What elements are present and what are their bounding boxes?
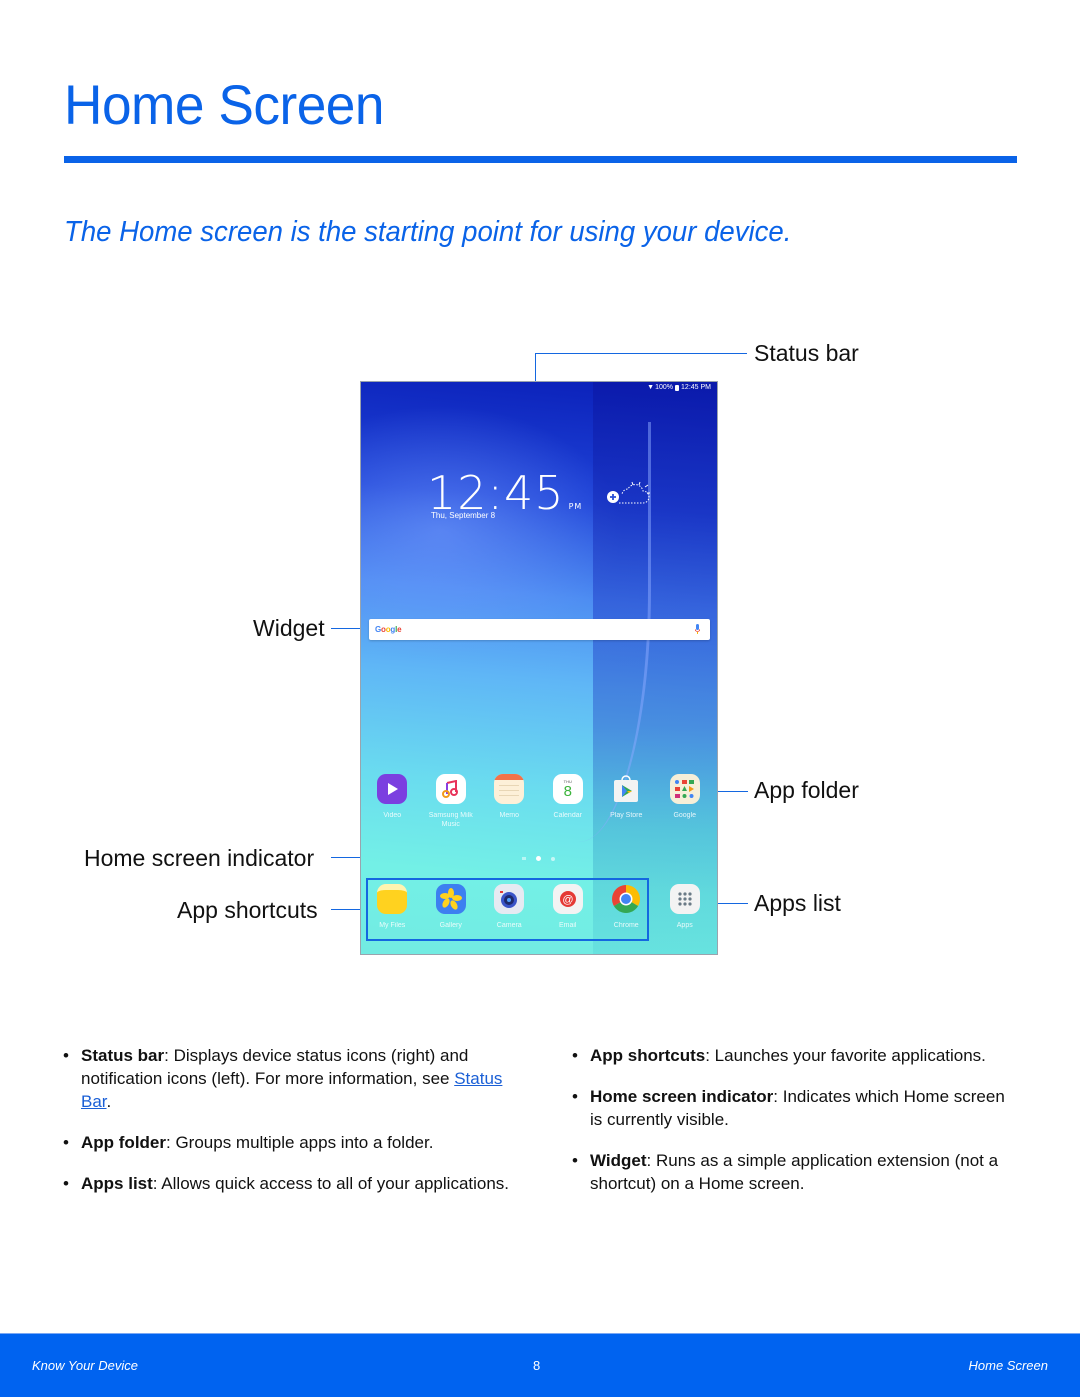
app-label: Play Store [610,812,643,819]
app-my-files[interactable]: My Files [363,884,422,930]
app-memo[interactable]: Memo [480,774,539,829]
title-rule [64,156,1017,163]
app-gallery[interactable]: Gallery [422,884,481,930]
bullet-status-bar: Status bar: Displays device status icons… [63,1044,513,1113]
app-camera[interactable]: Camera [480,884,539,930]
bullet-app-shortcuts: App shortcuts: Launches your favorite ap… [572,1044,1012,1067]
memo-icon [494,774,525,804]
app-label: Video [383,812,402,819]
calendar-icon: THU 8 [552,774,583,804]
bullet-apps-list: Apps list: Allows quick access to all of… [63,1172,513,1195]
apps-grid-icon [669,884,700,914]
my-files-icon [377,884,408,914]
bullet-list-left: Status bar: Displays device status icons… [63,1044,513,1213]
page-footer: Know Your Device 8 Home Screen [0,1333,1080,1397]
email-icon: @ [552,884,583,914]
bullet-term: Status bar [81,1046,165,1065]
app-label: Chrome [613,922,639,929]
home-screen-indicator[interactable] [522,856,555,861]
page-dot[interactable] [551,856,555,861]
app-label: Samsung Milk Music [428,812,473,828]
app-chrome[interactable]: Chrome [597,884,656,930]
callout-apps-list: Apps list [754,890,841,916]
bullet-list-right: App shortcuts: Launches your favorite ap… [572,1044,1012,1213]
footer-section: Know Your Device [32,1358,138,1373]
bullet-term: App folder [81,1133,166,1152]
mic-icon[interactable] [695,624,700,634]
status-bar[interactable]: ▼ 100% 12:45 PM [647,383,711,392]
callout-app-folder: App folder [754,777,859,803]
camera-icon [494,884,525,914]
bullet-text: : Launches your favorite applications. [705,1046,986,1065]
bullet-widget: Widget: Runs as a simple application ext… [572,1149,1012,1195]
app-label: Memo [499,812,519,819]
status-bar-leader-horizontal [535,353,747,354]
page-title: Home Screen [64,73,385,136]
app-label: Camera [496,922,522,929]
google-logo: Google [375,625,402,634]
home-page-dot[interactable] [522,857,526,860]
add-weather-icon[interactable] [605,479,655,509]
dock-row: My Files Gallery Camera @ Email Chrome A… [361,884,717,930]
app-video[interactable]: Video [363,774,422,829]
page-dot-active[interactable] [536,856,541,861]
callout-app-shortcuts: App shortcuts [177,897,318,923]
battery-icon [675,384,680,391]
google-folder-icon [669,774,700,804]
footer-topic: Home Screen [968,1358,1048,1373]
bullet-home-screen-indicator: Home screen indicator: Indicates which H… [572,1085,1012,1131]
bullet-text: : Allows quick access to all of your app… [152,1174,510,1193]
app-label: My Files [379,922,406,929]
page-subtitle: The Home screen is the starting point fo… [64,216,792,248]
google-search-widget[interactable]: Google [369,619,710,640]
app-label: Apps [676,922,693,929]
gallery-icon [435,884,466,914]
bullet-term: App shortcuts [590,1046,706,1065]
bullet-term: Home screen indicator [590,1087,774,1106]
milk-music-icon [435,774,466,804]
app-folder-google[interactable]: Google [656,774,715,829]
bullet-text-end: . [106,1092,112,1111]
app-calendar[interactable]: THU 8 Calendar [539,774,598,829]
wifi-icon: ▼ [647,383,655,391]
chrome-icon [611,884,641,914]
app-email[interactable]: @ Email [539,884,598,930]
play-store-icon [611,774,641,804]
footer-page-number: 8 [533,1358,541,1373]
callout-status-bar: Status bar [754,340,859,366]
video-icon [377,774,408,804]
bullet-text: : Groups multiple apps into a folder. [166,1133,434,1152]
clock-date: Thu, September 8 [431,511,496,520]
callout-home-screen-indicator: Home screen indicator [84,845,315,871]
status-time: 12:45 PM [681,384,711,391]
app-label: Google [673,812,697,819]
bullet-term: Widget [590,1151,647,1170]
home-app-row: Video Samsung Milk Music Memo THU 8 Cale… [361,774,717,829]
battery-percent: 100% [655,384,674,391]
bullet-term: Apps list [81,1174,153,1193]
apps-list-button[interactable]: Apps [656,884,715,930]
bullet-app-folder: App folder: Groups multiple apps into a … [63,1131,513,1154]
app-samsung-milk-music[interactable]: Samsung Milk Music [422,774,481,829]
app-label: Email [558,922,577,929]
app-label: Gallery [439,922,462,929]
app-play-store[interactable]: Play Store [597,774,656,829]
app-label: Calendar [553,812,582,819]
callout-widget: Widget [253,615,325,641]
clock-ampm: PM [568,502,583,511]
calendar-date: 8 [563,783,572,800]
tablet-home-screen: ▼ 100% 12:45 PM 12:45 PM Thu, September 8… [360,381,718,955]
bullet-text: : Runs as a simple application extension… [590,1151,999,1193]
svg-text:@: @ [562,894,573,906]
